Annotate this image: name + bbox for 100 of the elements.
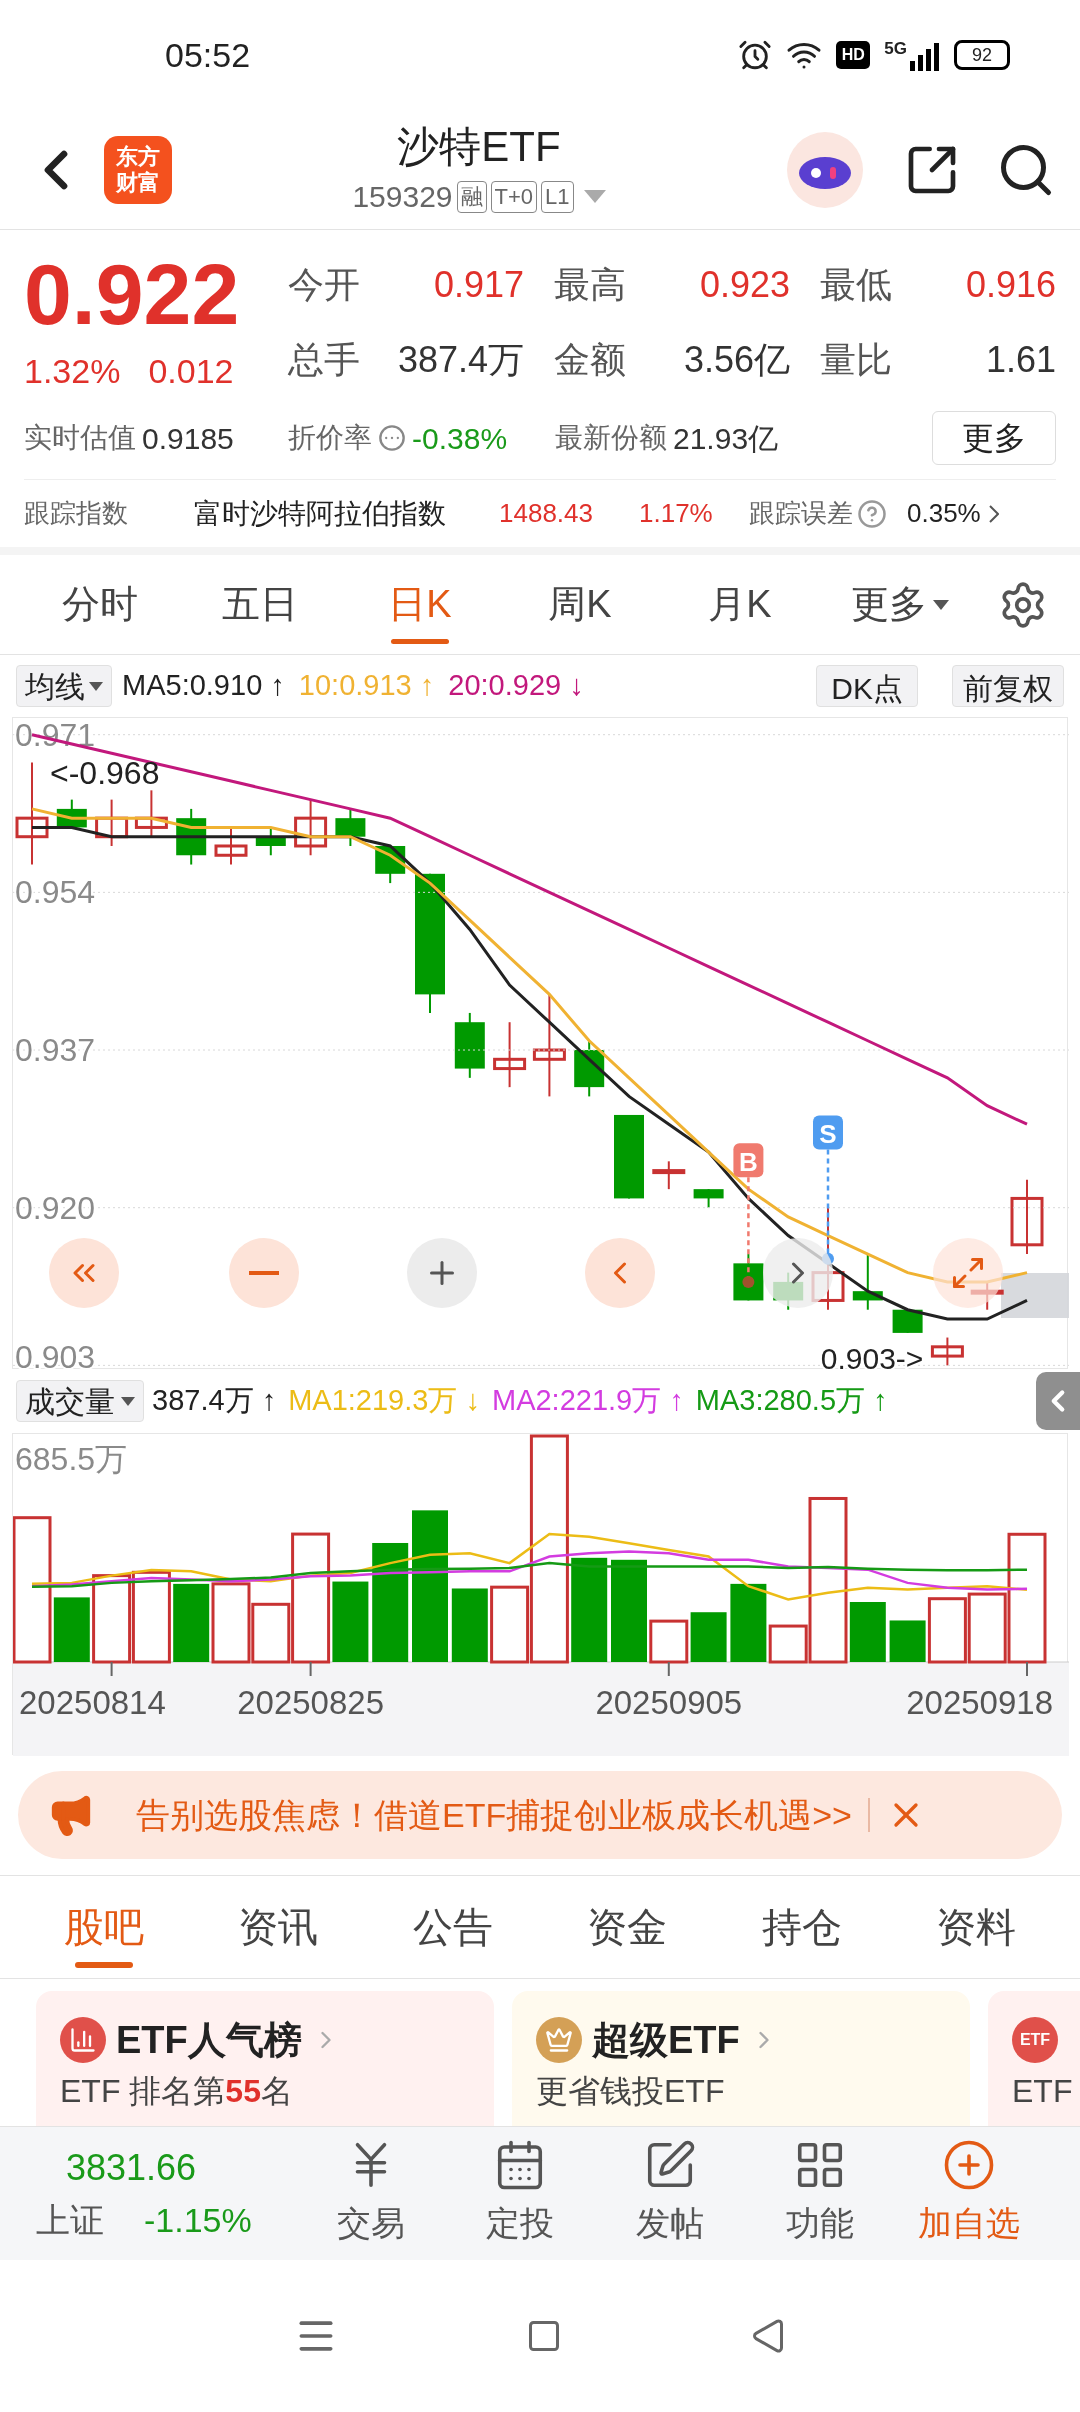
index-change: 1.17%	[639, 497, 714, 530]
battery-icon: 92	[954, 40, 1010, 70]
card-subtitle: 更省钱投ETF	[536, 2072, 726, 2111]
more-button[interactable]: 更多	[932, 411, 1056, 465]
logo-text: 财富	[116, 169, 160, 196]
card-subtitle: ETF	[1012, 2072, 1074, 2111]
candlestick	[375, 845, 406, 885]
adjust-button[interactable]: 前复权	[952, 665, 1064, 707]
period-tab[interactable]: 月K	[708, 576, 772, 633]
candlestick	[95, 798, 129, 847]
nav-label: 加自选	[918, 2203, 1021, 2244]
stat-label: 量比	[820, 337, 892, 382]
axis-label: 0.920	[15, 1189, 96, 1226]
stat-value: 0.916	[965, 263, 1056, 307]
dk-button[interactable]: DK点	[816, 665, 918, 707]
collapse-button[interactable]	[1036, 1372, 1080, 1430]
hd-indicator: HD	[836, 41, 871, 69]
section-tab[interactable]: 持仓	[761, 1897, 842, 1957]
card-title: 超级ETF	[592, 2017, 740, 2063]
candlestick	[892, 1308, 923, 1334]
dropdown-icon	[89, 681, 103, 691]
period-tab[interactable]: 日K	[388, 576, 452, 633]
stat-value: 387.4万	[397, 337, 524, 382]
period-tab[interactable]: 五日	[222, 576, 298, 633]
nav-label: 发帖	[636, 2203, 704, 2244]
axis-label: 0.954	[15, 874, 96, 911]
dropdown-icon	[583, 189, 606, 204]
index-name: 富时沙特阿拉伯指数	[194, 496, 447, 531]
date-label: 20250825	[237, 1684, 384, 1721]
stat-value: -0.38%	[412, 420, 508, 457]
nav-item[interactable]: 发帖	[595, 2138, 745, 2249]
period-tab[interactable]: 更多	[851, 576, 927, 633]
expand-icon	[950, 1255, 986, 1291]
info-icon[interactable]	[378, 424, 406, 452]
section-tab[interactable]: 资料	[935, 1897, 1016, 1957]
date-label: 20250814	[19, 1684, 166, 1721]
stat-value: 1.61	[985, 337, 1056, 382]
section-tab[interactable]: 资金	[587, 1897, 668, 1957]
axis-label: 0.937	[15, 1032, 96, 1069]
code-tag: L1	[541, 180, 574, 213]
candlestick	[493, 1021, 527, 1089]
date-label: 20250918	[906, 1684, 1053, 1721]
feature-card[interactable]: 超级ETF 更省钱投ETF	[512, 1991, 970, 2126]
period-tab[interactable]: 周K	[548, 576, 612, 633]
candlestick	[214, 826, 248, 866]
help-icon[interactable]	[857, 498, 887, 529]
stat-value: 0.923	[699, 263, 790, 307]
nav-label: 定投	[486, 2203, 555, 2244]
price-marker	[1001, 1273, 1069, 1318]
legend-value: 20:0.929 ↓	[448, 668, 584, 704]
ticker-name[interactable]: 上证	[36, 2195, 104, 2246]
tracking-error-label: 跟踪误差	[749, 497, 853, 530]
stat-value: 21.93亿	[673, 420, 779, 457]
period-tab[interactable]: 分时	[62, 576, 138, 633]
logo-text: 东方	[116, 143, 160, 170]
nav-item[interactable]: 交易	[296, 2138, 446, 2249]
tracking-label: 跟踪指数	[24, 497, 129, 530]
price-label: <-0.968	[50, 754, 160, 791]
card-title: ETF人气榜	[116, 2017, 302, 2063]
stat-label: 金额	[554, 337, 626, 382]
date-label: 20250905	[595, 1684, 743, 1721]
candlestick	[176, 807, 207, 866]
stat-value: 0.9185	[142, 420, 234, 457]
feature-card[interactable]: ETF人气榜 ETF 排名第55名	[36, 1991, 494, 2126]
section-tab[interactable]: 资讯	[238, 1897, 319, 1957]
candlestick	[693, 1188, 724, 1209]
candlestick	[930, 1336, 964, 1367]
feature-card[interactable]: ETF ETF	[988, 1991, 1080, 2126]
nav-item[interactable]: 定投	[445, 2138, 596, 2249]
chart-badge-icon	[60, 2017, 106, 2063]
status-time: 05:52	[165, 34, 251, 76]
stat-value: 0.917	[433, 263, 524, 307]
section-tab[interactable]: 股吧	[64, 1897, 144, 1957]
candlestick	[852, 1253, 883, 1311]
change-value: 0.012	[148, 351, 234, 392]
legend-value: MA5:0.910 ↑	[122, 668, 285, 704]
section-tab[interactable]: 公告	[412, 1897, 493, 1957]
nav-item[interactable]: 功能	[744, 2138, 895, 2249]
dropdown-icon	[121, 1396, 135, 1406]
chevron-icon	[988, 504, 999, 523]
indicator-select[interactable]: 均线	[16, 665, 112, 707]
axis-label: 685.5万	[15, 1441, 128, 1477]
axis-label: 0.903	[15, 1339, 96, 1370]
card-subtitle: ETF 排名第55名	[60, 2072, 294, 2111]
stat-value: 3.56亿	[683, 337, 790, 382]
legend-value: MA1:219.3万 ↓	[288, 1383, 480, 1419]
legend-value: 387.4万 ↑	[152, 1383, 277, 1419]
candlestick	[134, 789, 168, 838]
next-button[interactable]	[763, 1238, 833, 1308]
crown-badge-icon	[536, 2017, 582, 2063]
stat-label: 最高	[554, 263, 626, 307]
legend-value: 10:0.913 ↑	[298, 668, 435, 704]
legend-value: MA2:221.9万 ↑	[491, 1383, 684, 1419]
signal-icon	[910, 42, 940, 71]
home-button[interactable]	[526, 2318, 562, 2354]
candlestick	[335, 807, 366, 847]
legend-value: MA3:280.5万 ↑	[695, 1383, 888, 1419]
code-tag: 融	[456, 180, 487, 213]
stat-label: 今开	[288, 263, 360, 307]
indicator-select[interactable]: 成交量	[16, 1380, 144, 1422]
